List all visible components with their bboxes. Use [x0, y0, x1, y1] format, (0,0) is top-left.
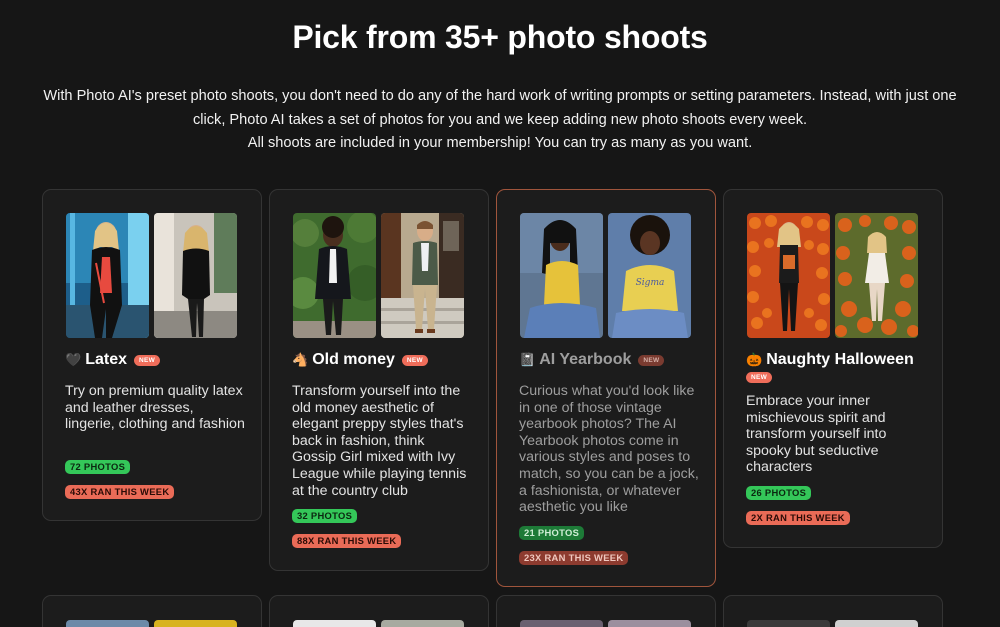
jack-o-lantern-icon: 🎃: [746, 352, 763, 368]
intro-line: All shoots are included in your membersh…: [247, 135, 753, 151]
photo-shoot-card-ai-yearbook[interactable]: Sigma 📓 AI Yearbook NEW Curious what you…: [496, 189, 716, 587]
halloween-photo-1: [747, 213, 830, 338]
thumbnail-partial: [835, 620, 918, 627]
page-title: Pick from 35+ photo shoots: [292, 19, 708, 55]
thumbnail-partial: [293, 620, 376, 627]
card-description: Embrace your inner mischievous spirit an…: [746, 393, 887, 476]
black-heart-icon: 🖤: [65, 352, 82, 368]
notebook-icon: 📓: [519, 352, 536, 368]
old-money-photo-2: [381, 213, 464, 338]
photo-shoot-card-old-money[interactable]: 🐴 Old money NEW Transform yourself into …: [269, 189, 489, 571]
card-title-text: Naughty Halloween: [766, 351, 914, 368]
card-title: 🐴 Old money NEW: [292, 351, 482, 369]
card-description: Transform yourself into the old money ae…: [292, 383, 467, 499]
thumbnail-partial: [747, 620, 830, 627]
thumbnail-partial: [66, 620, 149, 627]
thumbnail-partial: [154, 620, 237, 627]
card-thumbnails: [66, 213, 238, 338]
photos-count-pill: 32 PHOTOS: [292, 509, 358, 523]
photos-count-pill: 21 PHOTOS: [519, 526, 585, 540]
card-title-text: Old money: [312, 351, 395, 368]
card-thumbnails: [293, 213, 465, 338]
runs-this-week-pill: 2X RAN THIS WEEK: [746, 511, 850, 525]
photo-shoot-card-naughty-halloween[interactable]: 🎃 Naughty Halloween NEW Embrace your inn…: [723, 189, 943, 548]
photo-shoot-card-partial[interactable]: [269, 595, 489, 627]
card-title: 🖤 Latex NEW: [65, 351, 255, 369]
new-badge: NEW: [638, 354, 665, 366]
card-title: 📓 AI Yearbook NEW: [519, 351, 709, 369]
new-badge: NEW: [133, 354, 161, 366]
photos-count-pill: 72 PHOTOS: [65, 460, 131, 474]
card-title-text: Latex: [85, 351, 127, 368]
runs-this-week-pill: 88X RAN THIS WEEK: [292, 534, 402, 548]
intro-line: With Photo AI's preset photo shoots, you…: [43, 88, 957, 104]
photo-shoot-card-latex[interactable]: 🖤 Latex NEW Try on premium quality latex…: [42, 189, 262, 521]
yearbook-photo-1: [520, 213, 603, 338]
photo-shoot-card-partial[interactable]: [496, 595, 716, 627]
latex-photo-2: [154, 213, 237, 338]
horse-icon: 🐴: [292, 352, 309, 368]
sweater-text: Sigma: [636, 278, 665, 288]
photos-count-pill: 26 PHOTOS: [746, 486, 812, 500]
runs-this-week-pill: 43X RAN THIS WEEK: [65, 485, 175, 499]
photo-shoot-card-partial[interactable]: [42, 595, 262, 627]
thumbnail-partial: [520, 620, 603, 627]
new-badge: NEW: [401, 354, 428, 366]
photo-shoot-card-partial[interactable]: [723, 595, 943, 627]
card-thumbnails: [747, 213, 919, 338]
card-title-text: AI Yearbook: [539, 351, 632, 368]
old-money-photo-1: [293, 213, 376, 338]
intro-text: With Photo AI's preset photo shoots, you…: [40, 85, 960, 156]
latex-photo-1: [66, 213, 149, 338]
card-description: Try on premium quality latex and leather…: [65, 383, 245, 433]
intro-line: click, Photo AI takes a set of photos fo…: [192, 111, 808, 128]
card-title: 🎃 Naughty Halloween: [746, 351, 936, 369]
card-thumbnails: Sigma: [520, 213, 692, 338]
thumbnail-partial: [608, 620, 691, 627]
new-badge: NEW: [746, 372, 773, 383]
yearbook-photo-2: Sigma: [608, 213, 691, 338]
thumbnail-partial: [381, 620, 464, 627]
halloween-photo-2: [835, 213, 918, 338]
card-description: Curious what you'd look like in one of t…: [519, 383, 699, 516]
runs-this-week-pill: 23X RAN THIS WEEK: [519, 551, 629, 565]
